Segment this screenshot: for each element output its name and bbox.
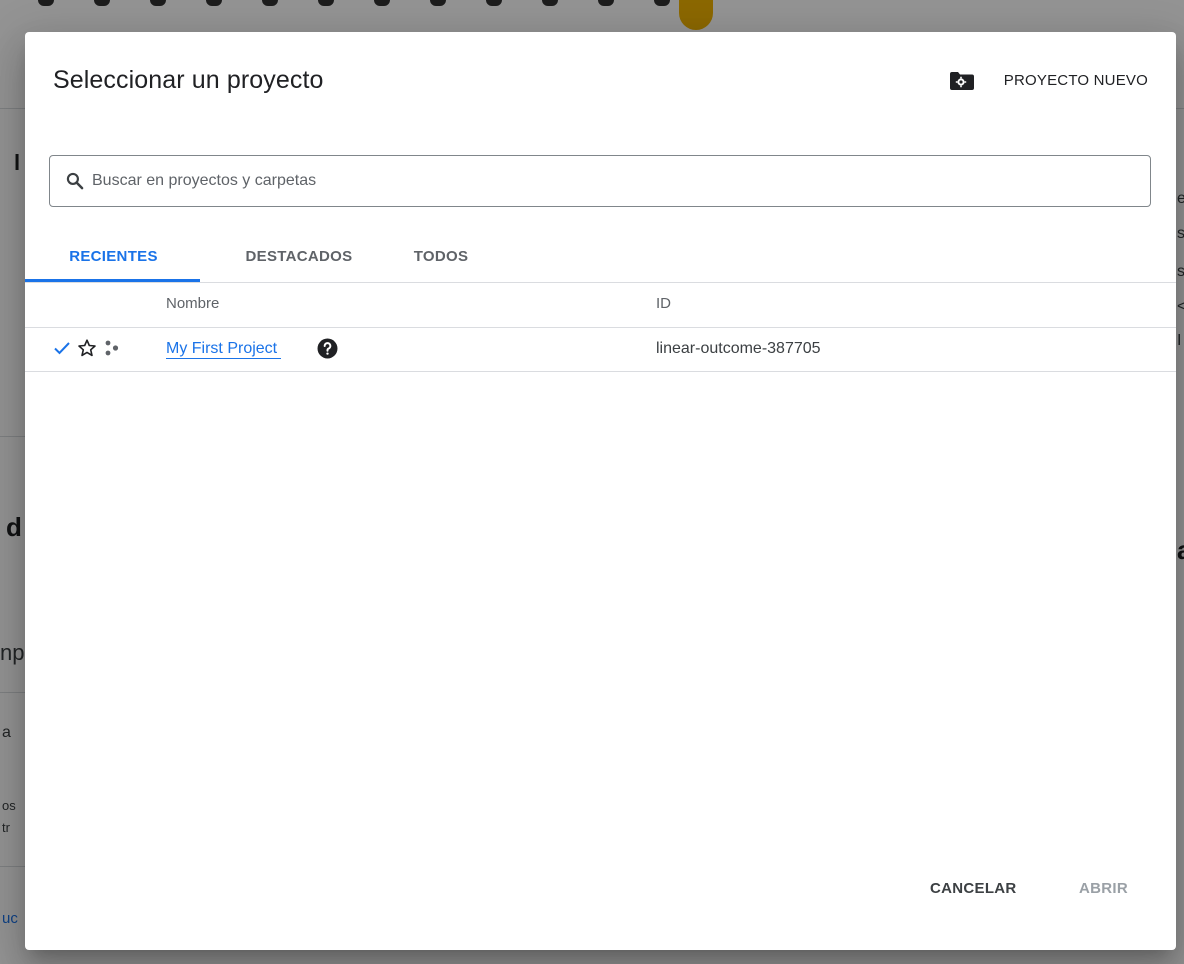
folder-settings-icon	[949, 72, 974, 90]
search-field[interactable]	[49, 155, 1151, 207]
project-dots-icon	[105, 340, 119, 356]
project-id: linear-outcome-387705	[656, 340, 821, 357]
star-outline-icon[interactable]	[77, 338, 97, 358]
tab-label: RECIENTES	[69, 247, 158, 265]
new-project-label: PROYECTO NUEVO	[1003, 71, 1148, 89]
column-header-name: Nombre	[166, 295, 220, 312]
dialog-title: Seleccionar un proyecto	[53, 66, 324, 94]
tab-todos[interactable]: TODOS	[366, 232, 516, 280]
help-icon[interactable]	[317, 338, 338, 359]
new-project-button[interactable]: PROYECTO NUEVO	[948, 62, 1148, 98]
tab-label: TODOS	[413, 247, 469, 265]
check-icon	[54, 342, 70, 355]
project-name-link[interactable]: My First Project	[166, 339, 282, 359]
search-input[interactable]	[92, 156, 1150, 206]
column-header-id: ID	[656, 295, 671, 312]
table-row[interactable]: My First Project linear-outcome-387705	[25, 328, 1176, 372]
tab-label: DESTACADOS	[245, 247, 353, 265]
tab-recientes[interactable]: RECIENTES	[25, 232, 200, 282]
tab-bar: RECIENTES DESTACADOS TODOS	[25, 232, 516, 282]
open-button[interactable]: ABRIR	[1079, 880, 1128, 897]
table-header: Nombre ID	[25, 283, 1176, 328]
row-icons	[52, 338, 122, 358]
search-icon	[66, 172, 84, 190]
cancel-button[interactable]: CANCELAR	[930, 880, 1017, 897]
select-project-dialog: Seleccionar un proyecto PROYECTO NUEVO R…	[25, 32, 1176, 950]
